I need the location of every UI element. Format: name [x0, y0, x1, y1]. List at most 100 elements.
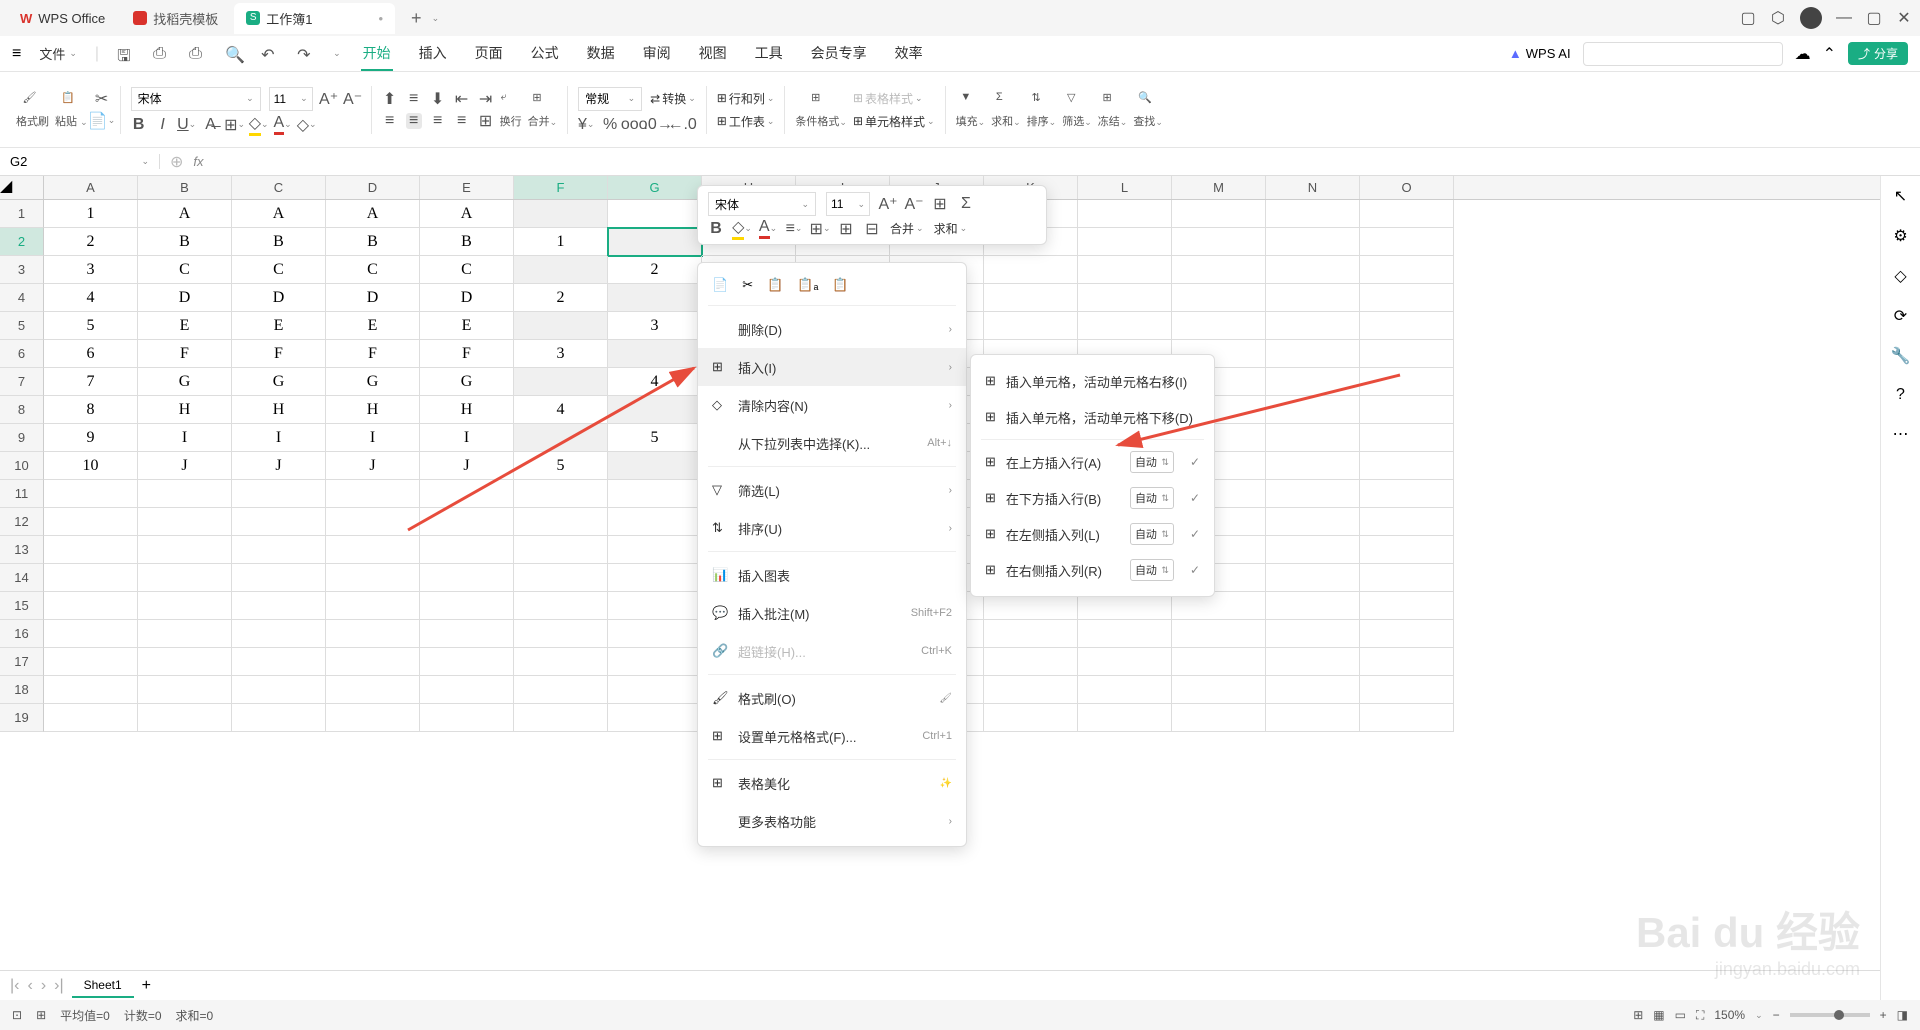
- cell-D15[interactable]: [326, 592, 420, 620]
- col-header-L[interactable]: L: [1078, 176, 1172, 199]
- sub-shift-right[interactable]: ⊞插入单元格，活动单元格右移(I): [971, 363, 1214, 399]
- cell-D3[interactable]: C: [326, 256, 420, 284]
- cell-G4[interactable]: [608, 284, 702, 312]
- template-tab[interactable]: 找稻壳模板: [121, 3, 230, 34]
- file-menu[interactable]: 文件 ⌄: [39, 44, 77, 63]
- mini-sigma-icon[interactable]: Σ: [958, 196, 974, 212]
- cell-K3[interactable]: [984, 256, 1078, 284]
- help-icon[interactable]: ?: [1896, 386, 1905, 404]
- cell-D8[interactable]: H: [326, 396, 420, 424]
- align-bottom-icon[interactable]: ⬇: [430, 91, 446, 107]
- cut-icon[interactable]: ✂: [94, 91, 110, 107]
- workbook-tab[interactable]: S 工作簿1 •: [234, 3, 395, 34]
- mini-font-color-icon[interactable]: A⌄: [760, 221, 776, 237]
- percent-icon[interactable]: %: [602, 117, 618, 133]
- cell-N2[interactable]: [1266, 228, 1360, 256]
- cell-O6[interactable]: [1360, 340, 1454, 368]
- cell-O4[interactable]: [1360, 284, 1454, 312]
- cell-C7[interactable]: G: [232, 368, 326, 396]
- cell-O16[interactable]: [1360, 620, 1454, 648]
- cell-O10[interactable]: [1360, 452, 1454, 480]
- cell-A19[interactable]: [44, 704, 138, 732]
- col-header-F[interactable]: F: [514, 176, 608, 199]
- cell-K4[interactable]: [984, 284, 1078, 312]
- sub-insert-row-below[interactable]: ⊞在下方插入行(B)自动⇅✓: [971, 480, 1214, 516]
- cell-L1[interactable]: [1078, 200, 1172, 228]
- cell-N7[interactable]: [1266, 368, 1360, 396]
- zoom-out-icon[interactable]: −: [1773, 1008, 1780, 1022]
- find-button[interactable]: 🔍查找⌄: [1133, 91, 1163, 129]
- cell-A9[interactable]: 9: [44, 424, 138, 452]
- cell-C17[interactable]: [232, 648, 326, 676]
- cell-O2[interactable]: [1360, 228, 1454, 256]
- maximize-icon[interactable]: ▢: [1866, 10, 1882, 26]
- col-header-N[interactable]: N: [1266, 176, 1360, 199]
- cell-F17[interactable]: [514, 648, 608, 676]
- cube-icon[interactable]: ⬡: [1770, 10, 1786, 26]
- cell-N9[interactable]: [1266, 424, 1360, 452]
- zoom-level[interactable]: 150%: [1714, 1008, 1745, 1022]
- cell-G19[interactable]: [608, 704, 702, 732]
- cell-B8[interactable]: H: [138, 396, 232, 424]
- cell-E17[interactable]: [420, 648, 514, 676]
- font-color-icon[interactable]: A⌄: [275, 117, 291, 133]
- cell-A18[interactable]: [44, 676, 138, 704]
- mini-bold-icon[interactable]: B: [708, 221, 724, 237]
- convert-button[interactable]: ⇄ 转换⌄: [650, 90, 696, 107]
- cell-D10[interactable]: J: [326, 452, 420, 480]
- cell-G14[interactable]: [608, 564, 702, 592]
- mini-insert-icon[interactable]: ⊞: [838, 221, 854, 237]
- cell-M2[interactable]: [1172, 228, 1266, 256]
- worksheet-button[interactable]: ⊞ 工作表⌄: [717, 113, 775, 130]
- mini-delete-icon[interactable]: ⊟: [864, 221, 880, 237]
- cell-M5[interactable]: [1172, 312, 1266, 340]
- row-header-10[interactable]: 10: [0, 452, 44, 480]
- mini-border-icon[interactable]: ⊞⌄: [812, 221, 828, 237]
- underline-icon[interactable]: U⌄: [179, 117, 195, 133]
- cell-L2[interactable]: [1078, 228, 1172, 256]
- align-top-icon[interactable]: ⬆: [382, 91, 398, 107]
- mini-sum-button[interactable]: 求和⌄: [934, 220, 968, 237]
- row-header-7[interactable]: 7: [0, 368, 44, 396]
- cell-F1[interactable]: [514, 200, 608, 228]
- cell-A12[interactable]: [44, 508, 138, 536]
- cell-O18[interactable]: [1360, 676, 1454, 704]
- tab-data[interactable]: 数据: [585, 37, 617, 71]
- ctx-format-painter[interactable]: 🖌格式刷(O)🖌: [698, 679, 966, 717]
- status-indicator-icon[interactable]: ⊡: [12, 1008, 22, 1022]
- row-header-4[interactable]: 4: [0, 284, 44, 312]
- cell-N18[interactable]: [1266, 676, 1360, 704]
- cell-B10[interactable]: J: [138, 452, 232, 480]
- cell-A2[interactable]: 2: [44, 228, 138, 256]
- cell-A13[interactable]: [44, 536, 138, 564]
- cell-D9[interactable]: I: [326, 424, 420, 452]
- cell-E5[interactable]: E: [420, 312, 514, 340]
- cell-D4[interactable]: D: [326, 284, 420, 312]
- font-name-select[interactable]: 宋体⌄: [131, 87, 261, 111]
- sheet-tab-1[interactable]: Sheet1: [72, 974, 134, 998]
- cell-A6[interactable]: 6: [44, 340, 138, 368]
- cell-B12[interactable]: [138, 508, 232, 536]
- style-panel-icon[interactable]: ◇: [1894, 266, 1906, 286]
- cell-G1[interactable]: [608, 200, 702, 228]
- row-header-9[interactable]: 9: [0, 424, 44, 452]
- export-icon[interactable]: ⎙: [153, 45, 171, 63]
- font-size-select[interactable]: 11⌄: [269, 87, 313, 111]
- merge-button[interactable]: ⊞合并⌄: [528, 91, 558, 129]
- cell-F3[interactable]: [514, 256, 608, 284]
- ctx-cut-icon[interactable]: ✂: [742, 277, 753, 293]
- tab-tools[interactable]: 工具: [753, 37, 785, 71]
- cell-M19[interactable]: [1172, 704, 1266, 732]
- view-fullscreen-icon[interactable]: ⛶: [1696, 1008, 1704, 1023]
- cell-A16[interactable]: [44, 620, 138, 648]
- cell-K17[interactable]: [984, 648, 1078, 676]
- cell-N8[interactable]: [1266, 396, 1360, 424]
- cell-B6[interactable]: F: [138, 340, 232, 368]
- cell-G10[interactable]: [608, 452, 702, 480]
- cell-B17[interactable]: [138, 648, 232, 676]
- row-header-16[interactable]: 16: [0, 620, 44, 648]
- ctx-sort[interactable]: ⇅排序(U)›: [698, 509, 966, 547]
- wrap-text-button[interactable]: ⤶换行: [500, 91, 522, 129]
- cell-M3[interactable]: [1172, 256, 1266, 284]
- cell-G16[interactable]: [608, 620, 702, 648]
